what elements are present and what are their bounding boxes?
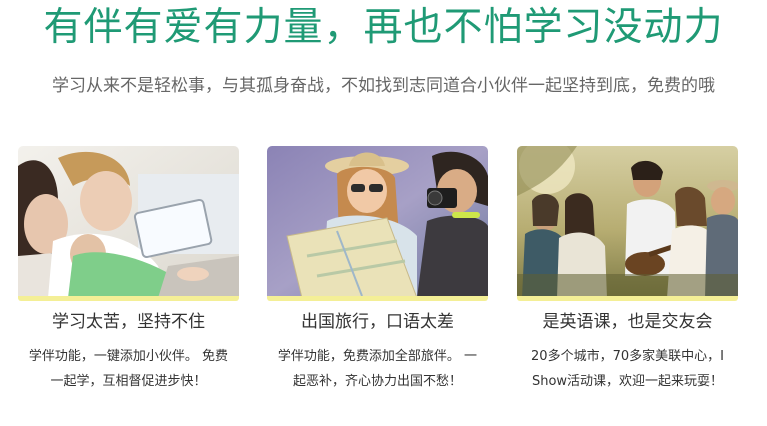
card-description: 20多个城市，70多家美联中心，I Show活动课，欢迎一起来玩耍！ xyxy=(517,344,738,394)
photo-accent-bar xyxy=(18,296,239,301)
card-description-line: 学伴功能，免费添加全部旅伴。 一 xyxy=(277,349,478,364)
card-description: 学伴功能，一键添加小伙伴。 免费 一起学，互相督促进步快！ xyxy=(18,344,239,394)
card-title: 学习太苦，坚持不住 xyxy=(52,312,205,332)
card-description-line: 起恶补，齐心协力出国不愁！ xyxy=(292,374,462,389)
card-title: 是英语课，也是交友会 xyxy=(542,312,713,332)
card-title: 出国旅行，口语太差 xyxy=(301,312,454,332)
photo-accent-bar xyxy=(267,296,488,301)
card-description-line: Show活动课，欢迎一起来玩耍！ xyxy=(531,374,724,389)
card-description-line: 学伴功能，一键添加小伙伴。 免费 xyxy=(28,349,229,364)
feature-card-study: 学习太苦，坚持不住 学伴功能，一键添加小伙伴。 免费 一起学，互相督促进步快！ xyxy=(18,146,240,396)
page-subtitle: 学习从来不是轻松事，与其孤身奋战，不如找到志同道合小伙伴一起坚持到底，免费的哦 xyxy=(52,76,715,96)
travelers-map-photo xyxy=(267,146,488,298)
students-studying-photo xyxy=(18,146,239,298)
card-description-line: 一起学，互相督促进步快！ xyxy=(50,374,207,389)
friends-park-photo xyxy=(517,146,738,298)
feature-card-english-class: 是英语课，也是交友会 20多个城市，70多家美联中心，I Show活动课，欢迎一… xyxy=(517,146,739,396)
photo-accent-bar xyxy=(517,296,738,301)
card-description-line: 20多个城市，70多家美联中心，I xyxy=(531,349,724,364)
page-headline: 有伴有爱有力量，再也不怕学习没动力 xyxy=(43,5,724,50)
feature-card-travel: 出国旅行，口语太差 学伴功能，免费添加全部旅伴。 一 起恶补，齐心协力出国不愁！ xyxy=(267,146,489,396)
card-description: 学伴功能，免费添加全部旅伴。 一 起恶补，齐心协力出国不愁！ xyxy=(267,344,488,394)
